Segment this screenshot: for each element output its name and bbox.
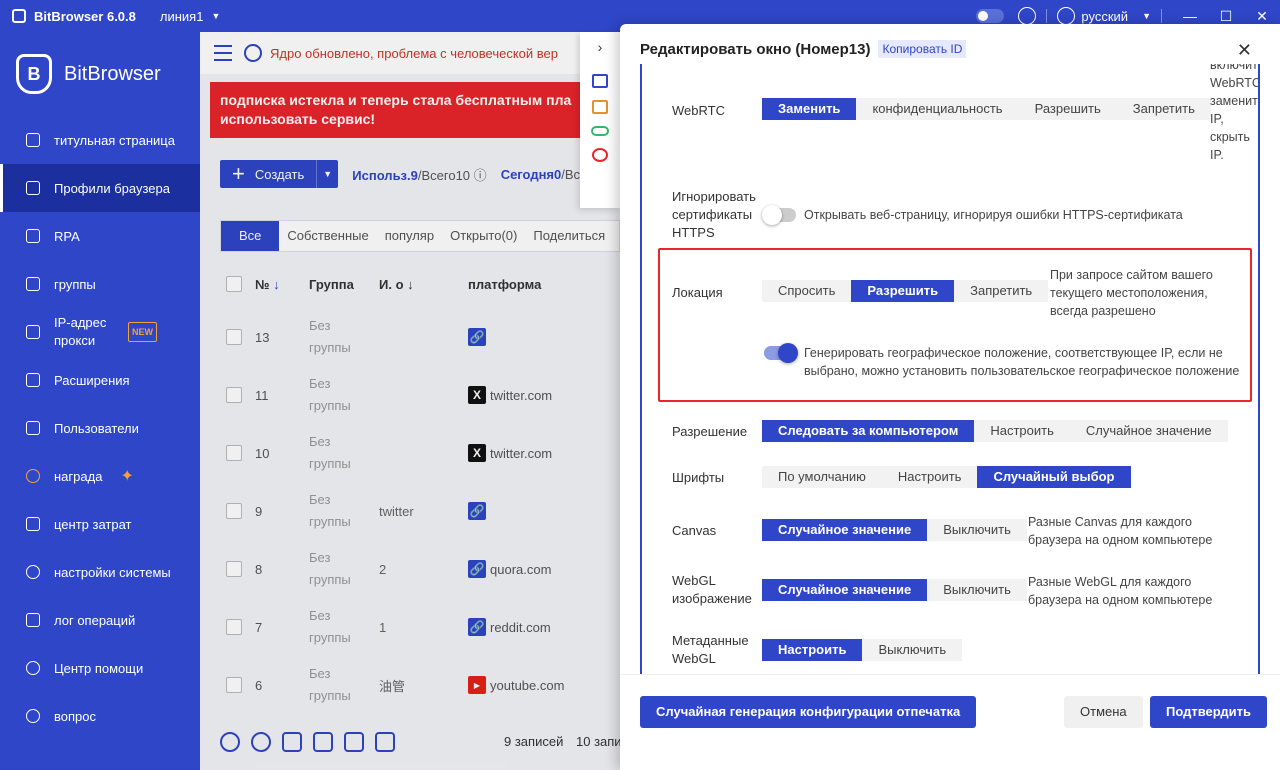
webrtc-option-replace[interactable]: Заменить	[762, 98, 857, 120]
log-icon	[26, 613, 40, 627]
sidebar-item-log[interactable]: лог операций	[0, 596, 200, 644]
fonts-option-random[interactable]: Случайный выбор	[977, 466, 1131, 488]
chevron-down-icon[interactable]: ▼	[211, 11, 220, 21]
canvas-hint: Разные Canvas для каждого браузера на од…	[1028, 515, 1213, 547]
sidebar-item-help[interactable]: Центр помощи	[0, 644, 200, 692]
canvas-label: Canvas	[672, 523, 717, 538]
sidebar-item-users[interactable]: Пользователи	[0, 404, 200, 452]
sidebar-item-home[interactable]: титульная страница	[0, 116, 200, 164]
webgl-image-option-random[interactable]: Случайное значение	[762, 579, 928, 601]
confirm-button[interactable]: Подтвердить	[1150, 696, 1268, 728]
fingerprint-icon[interactable]	[592, 148, 608, 162]
webgl-image-hint: Разные WebGL для каждого браузера на одн…	[1028, 575, 1213, 607]
webrtc-label: WebRTC	[672, 103, 725, 118]
settings-icon	[26, 565, 40, 579]
resolution-label: Разрешение	[672, 424, 748, 439]
line-selector[interactable]: линия1	[160, 9, 204, 24]
quick-panel: ›	[580, 32, 620, 208]
webrtc-hint: включить WebRTC, заменить IP, скрыть IP.	[1210, 64, 1260, 162]
resolution-option-follow[interactable]: Следовать за компьютером	[762, 420, 975, 442]
grid-icon	[26, 181, 40, 195]
sidebar-item-question[interactable]: вопрос	[0, 692, 200, 740]
webgl-image-label: WebGL изображение	[672, 573, 752, 606]
minimize-icon[interactable]: —	[1172, 8, 1208, 24]
webgl-meta-options: Настроить Выключить	[762, 639, 963, 661]
resolution-options: Следовать за компьютером Настроить Случа…	[762, 420, 1228, 442]
sparkle-icon: ✦	[120, 468, 134, 485]
fonts-label: Шрифты	[672, 470, 725, 485]
canvas-option-off[interactable]: Выключить	[927, 519, 1027, 541]
canvas-options: Случайное значение Выключить	[762, 519, 1027, 541]
webgl-meta-option-off[interactable]: Выключить	[862, 639, 962, 661]
rpa-icon	[26, 229, 40, 243]
sidebar-item-groups[interactable]: группы	[0, 260, 200, 308]
chevron-down-icon[interactable]: ▼	[1142, 11, 1151, 21]
app-title: BitBrowser 6.0.8	[34, 8, 136, 24]
modal-title: Редактировать окно (Номер13)	[640, 40, 871, 58]
sidebar-item-proxy[interactable]: IP-адрес прокси NEW	[0, 308, 200, 356]
brand-name: BitBrowser	[64, 62, 161, 85]
maximize-icon[interactable]: ☐	[1208, 8, 1244, 25]
chevron-right-icon[interactable]: ›	[580, 32, 620, 62]
globe-icon[interactable]	[1057, 7, 1076, 25]
resolution-option-custom[interactable]: Настроить	[974, 420, 1070, 442]
close-window-icon[interactable]: ✕	[1244, 8, 1280, 25]
help-icon	[26, 661, 40, 675]
https-toggle[interactable]	[762, 205, 796, 225]
modal-footer: Случайная генерация конфигурации отпечат…	[620, 674, 1280, 770]
webrtc-option-deny[interactable]: Запретить	[1117, 98, 1211, 120]
sidebar-item-settings[interactable]: настройки системы	[0, 548, 200, 596]
sidebar-item-reward[interactable]: награда ✦	[0, 452, 200, 500]
fonts-option-default[interactable]: По умолчанию	[762, 466, 882, 488]
copy-id-button[interactable]: Копировать ID	[878, 40, 967, 58]
question-icon	[26, 709, 40, 723]
webrtc-option-allow[interactable]: Разрешить	[1019, 98, 1117, 120]
cancel-button[interactable]: Отмена	[1064, 696, 1143, 728]
https-toggle-text: Открывать веб-страницу, игнорируя ошибки…	[804, 208, 1183, 222]
toggle-icon[interactable]	[591, 126, 609, 136]
list-icon[interactable]	[592, 74, 608, 88]
edit-window-modal: Редактировать окно (Номер13) Копировать …	[620, 24, 1280, 770]
webrtc-options: Заменить конфиденциальность Разрешить За…	[762, 98, 1211, 120]
fonts-options: По умолчанию Настроить Случайный выбор	[762, 466, 1131, 488]
sidebar-item-extensions[interactable]: Расширения	[0, 356, 200, 404]
resolution-option-random[interactable]: Случайное значение	[1070, 420, 1228, 442]
brand-logo-icon: B	[16, 54, 52, 94]
webgl-meta-option-custom[interactable]: Настроить	[762, 639, 863, 661]
sidebar: B BitBrowser титульная страница Профили …	[0, 32, 200, 770]
theme-toggle[interactable]	[976, 9, 1005, 23]
ip-icon[interactable]	[592, 100, 608, 114]
new-badge: NEW	[128, 322, 157, 342]
cube-icon	[26, 373, 40, 387]
home-icon	[26, 133, 40, 147]
webgl-image-options: Случайное значение Выключить	[762, 579, 1027, 601]
layers-icon	[26, 277, 40, 291]
webgl-image-option-off[interactable]: Выключить	[927, 579, 1027, 601]
sidebar-item-rpa[interactable]: RPA	[0, 212, 200, 260]
https-label: Игнорировать сертификаты HTTPS	[672, 189, 756, 240]
close-icon[interactable]: ✕	[1237, 40, 1252, 61]
sidebar-item-cost-center[interactable]: центр затрат	[0, 500, 200, 548]
fonts-option-custom[interactable]: Настроить	[882, 466, 978, 488]
webgl-meta-label: Метаданные WebGL	[672, 633, 749, 666]
brand: B BitBrowser	[0, 32, 200, 116]
location-icon	[26, 325, 40, 339]
users-icon	[26, 421, 40, 435]
random-fingerprint-button[interactable]: Случайная генерация конфигурации отпечат…	[640, 696, 977, 728]
sidebar-item-browser-profiles[interactable]: Профили браузера	[0, 164, 200, 212]
language-selector[interactable]: русский	[1081, 9, 1128, 24]
reward-icon	[26, 469, 40, 483]
highlight-box	[658, 248, 1252, 402]
cost-icon	[26, 517, 40, 531]
app-logo-icon	[12, 9, 26, 23]
support-icon[interactable]	[1018, 7, 1037, 25]
webrtc-option-privacy[interactable]: конфиденциальность	[856, 98, 1018, 120]
canvas-option-random[interactable]: Случайное значение	[762, 519, 928, 541]
